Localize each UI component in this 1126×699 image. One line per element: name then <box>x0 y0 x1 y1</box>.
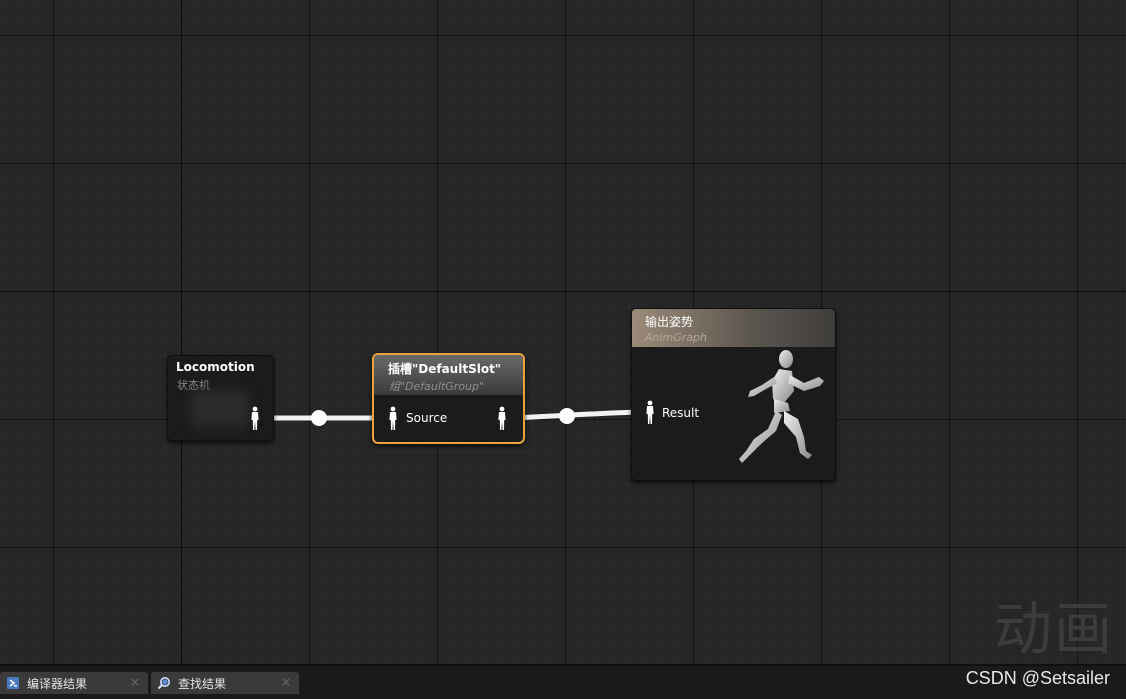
node-title: Locomotion <box>176 360 255 374</box>
node-subtitle: AnimGraph <box>645 331 708 344</box>
bottom-panel-tabs: 编译器结果 × 查找结果 × CSDN @Setsailer <box>0 664 1126 699</box>
anim-graph-canvas[interactable]: Locomotion 状态机 插槽"DefaultSlot" 组"Default… <box>0 0 1126 664</box>
slot-node[interactable]: 插槽"DefaultSlot" 组"DefaultGroup" Source <box>372 353 525 444</box>
output-pose-node[interactable]: 输出姿势 AnimGraph Result <box>631 308 836 481</box>
wire-slot-to-output <box>509 409 645 421</box>
node-subtitle: 组"DefaultGroup" <box>389 380 485 393</box>
state-machine-preview <box>190 390 250 428</box>
tab-label: 查找结果 <box>178 677 227 691</box>
credit-watermark: CSDN @Setsailer <box>965 668 1110 688</box>
pose-output-pin-icon[interactable] <box>250 406 260 432</box>
tab-find-results[interactable]: 查找结果 × <box>151 672 299 694</box>
pin-label-source: Source <box>406 411 448 425</box>
graph-type-watermark: 动画 <box>994 595 1115 663</box>
pin-label-result: Result <box>662 406 700 420</box>
compiler-results-icon <box>7 677 19 689</box>
wire-reroute-knot <box>559 408 575 424</box>
pose-input-pin-icon[interactable] <box>388 406 398 432</box>
close-icon[interactable]: × <box>281 675 291 689</box>
running-mannequin-icon <box>739 350 824 463</box>
pose-input-pin-icon[interactable] <box>645 400 655 426</box>
locomotion-node[interactable]: Locomotion 状态机 <box>167 355 274 441</box>
node-title: 输出姿势 <box>645 315 694 329</box>
tab-compiler-results[interactable]: 编译器结果 × <box>0 672 148 694</box>
tab-label: 编译器结果 <box>27 677 88 691</box>
close-icon[interactable]: × <box>130 675 140 689</box>
pose-output-pin-icon[interactable] <box>497 406 507 432</box>
wire-reroute-knot <box>311 410 327 426</box>
node-title: 插槽"DefaultSlot" <box>388 362 502 376</box>
connection-wires <box>259 408 645 426</box>
search-icon <box>157 677 170 690</box>
